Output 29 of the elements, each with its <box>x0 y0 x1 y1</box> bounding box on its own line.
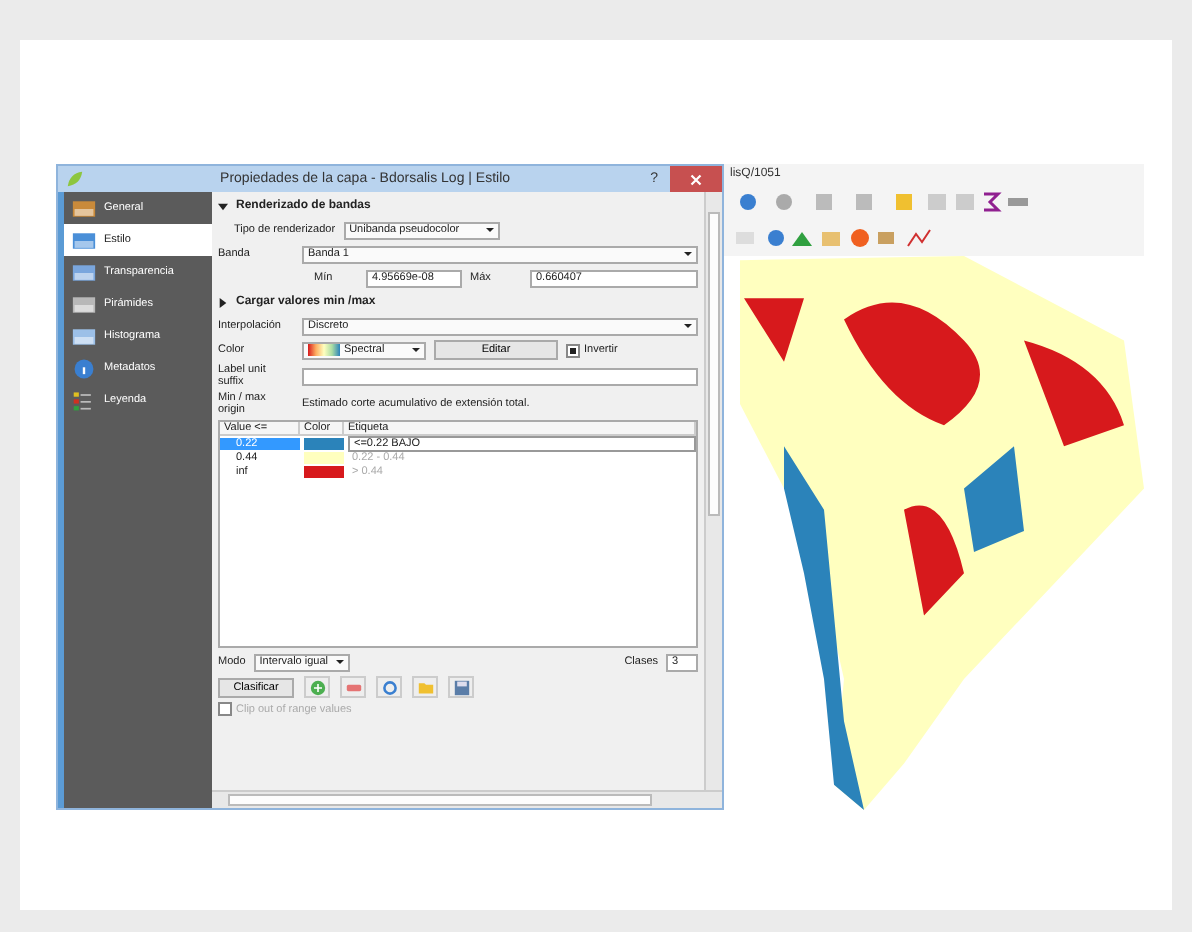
expand-arrow-icon <box>218 297 228 307</box>
add-button[interactable] <box>304 676 330 699</box>
remove-button[interactable] <box>340 676 366 699</box>
caret-icon <box>684 322 692 330</box>
info-icon <box>72 357 96 379</box>
caret-icon <box>335 658 344 667</box>
expand-arrow-icon <box>218 201 228 211</box>
refresh-icon <box>381 679 397 696</box>
caret-icon <box>684 250 692 258</box>
image-icon <box>72 293 96 315</box>
color-swatch[interactable] <box>304 437 344 450</box>
vertical-scrollbar[interactable] <box>704 192 722 790</box>
refresh-button[interactable] <box>376 676 402 699</box>
folder-icon <box>417 679 433 696</box>
color-swatch[interactable] <box>304 451 344 464</box>
save-button[interactable] <box>448 676 474 699</box>
open-button[interactable] <box>412 676 438 699</box>
horizontal-scrollbar[interactable] <box>212 790 722 808</box>
leaf-icon <box>66 170 84 188</box>
unit-suffix-field[interactable] <box>302 367 698 386</box>
caret-icon <box>485 226 494 234</box>
minus-icon <box>345 679 361 696</box>
caret-icon <box>412 346 420 354</box>
plus-icon <box>309 679 325 696</box>
color-swatch[interactable] <box>304 465 344 478</box>
close-button[interactable] <box>670 166 722 192</box>
legend-icon <box>72 389 96 411</box>
close-icon <box>690 173 702 185</box>
image-icon <box>72 261 96 283</box>
